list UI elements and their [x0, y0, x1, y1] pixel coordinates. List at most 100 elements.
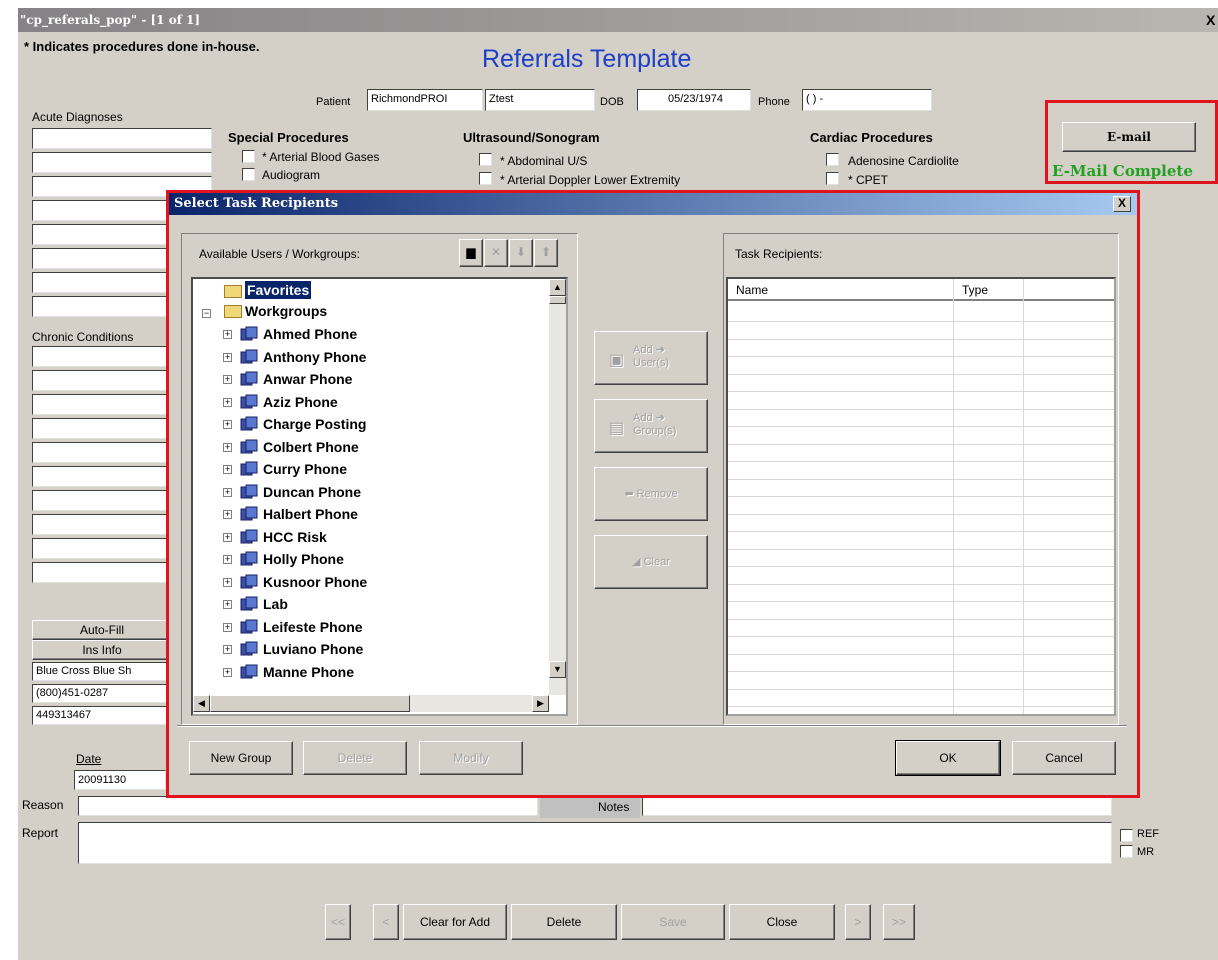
abdominal-us-checkbox[interactable]: [479, 153, 492, 166]
tree-favorites[interactable]: Favorites: [245, 281, 312, 299]
hscroll-thumb[interactable]: [210, 695, 410, 712]
dob-field[interactable]: 05/23/1974: [637, 89, 751, 111]
ins-info-button[interactable]: Ins Info: [32, 640, 172, 660]
acute-diagnosis-field[interactable]: [32, 248, 172, 269]
ref-checkbox[interactable]: [1120, 829, 1133, 842]
tree-workgroup-item[interactable]: Leifeste Phone: [263, 616, 363, 638]
expand-icon[interactable]: +: [223, 330, 232, 339]
next-record-button[interactable]: >: [845, 904, 871, 940]
tree-workgroup-item[interactable]: Kusnoor Phone: [263, 571, 367, 593]
auto-fill-button[interactable]: Auto-Fill: [32, 620, 172, 640]
task-recipients-grid[interactable]: Name Type: [726, 277, 1116, 716]
prev-record-button[interactable]: <: [373, 904, 399, 940]
scroll-right-icon[interactable]: ▶: [532, 695, 549, 712]
move-up-icon[interactable]: ⬆: [534, 239, 558, 267]
tree-workgroup-item[interactable]: Duncan Phone: [263, 481, 361, 503]
scroll-up-icon[interactable]: ▲: [549, 279, 566, 296]
column-type[interactable]: Type: [962, 283, 988, 297]
save-button[interactable]: Save: [621, 904, 725, 940]
expand-icon[interactable]: +: [223, 352, 232, 362]
clear-for-add-button[interactable]: Clear for Add: [403, 904, 507, 940]
scroll-left-icon[interactable]: ◀: [193, 695, 210, 712]
tree-workgroup-item[interactable]: Halbert Phone: [263, 503, 358, 525]
users-workgroups-tree[interactable]: Favorites − Workgroups + Ahmed Phone + Anth…: [191, 277, 568, 716]
expand-icon[interactable]: +: [223, 667, 232, 677]
insurance-phone-field[interactable]: (800)451-0287: [32, 684, 172, 703]
scroll-thumb[interactable]: [549, 296, 566, 304]
expand-icon[interactable]: +: [223, 510, 232, 519]
delete-record-button[interactable]: Delete: [511, 904, 617, 940]
expand-icon[interactable]: +: [223, 600, 232, 609]
tree-workgroup-item[interactable]: Holly Phone: [263, 548, 344, 570]
expand-icon[interactable]: +: [223, 442, 232, 452]
acute-diagnosis-field[interactable]: [32, 200, 172, 221]
acute-diagnosis-field[interactable]: [32, 296, 172, 317]
tree-workgroup-item[interactable]: Lab: [263, 593, 288, 615]
new-folder-icon[interactable]: ▆: [459, 239, 483, 267]
chronic-condition-field[interactable]: [32, 466, 172, 487]
tree-workgroup-item[interactable]: Anwar Phone: [263, 368, 352, 390]
acute-diagnosis-field[interactable]: [32, 272, 172, 293]
add-users-button[interactable]: ▣ Add ➜ User(s): [594, 331, 708, 385]
tree-workgroup-item[interactable]: Anthony Phone: [263, 346, 366, 368]
expand-icon[interactable]: +: [223, 645, 232, 654]
expand-icon[interactable]: +: [223, 375, 232, 384]
first-record-button[interactable]: <<: [325, 904, 351, 940]
tree-workgroup-item[interactable]: Manne Phone: [263, 661, 354, 683]
tree-workgroup-item[interactable]: Colbert Phone: [263, 436, 359, 458]
insurance-id-field[interactable]: 449313467: [32, 706, 172, 725]
chronic-condition-field[interactable]: [32, 418, 172, 439]
patient-last-name-field[interactable]: RichmondPROI: [367, 89, 483, 111]
expand-icon[interactable]: +: [223, 622, 232, 632]
chronic-condition-field[interactable]: [32, 562, 172, 583]
insurance-name-field[interactable]: Blue Cross Blue Sh: [32, 662, 172, 681]
window-close-button[interactable]: X: [1206, 12, 1215, 28]
add-groups-button[interactable]: ▤ Add ➜ Group(s): [594, 399, 708, 453]
report-field[interactable]: [78, 822, 1112, 864]
date-field[interactable]: 20091130: [74, 770, 166, 790]
expand-icon[interactable]: +: [223, 487, 232, 497]
ok-button[interactable]: OK: [895, 740, 1001, 776]
adenosine-cardiolite-checkbox[interactable]: [826, 153, 839, 166]
chronic-condition-field[interactable]: [32, 514, 172, 535]
cpet-checkbox[interactable]: [826, 172, 839, 185]
chronic-condition-field[interactable]: [32, 490, 172, 511]
notes-field[interactable]: [642, 796, 1112, 816]
arterial-doppler-checkbox[interactable]: [479, 172, 492, 185]
audiogram-checkbox[interactable]: [242, 168, 255, 181]
expand-icon[interactable]: +: [223, 577, 232, 587]
modify-group-button[interactable]: Modify: [419, 741, 523, 775]
expand-icon[interactable]: +: [223, 420, 232, 429]
acute-diagnosis-field[interactable]: [32, 224, 172, 245]
patient-first-name-field[interactable]: Ztest: [485, 89, 595, 111]
delete-group-button[interactable]: Delete: [303, 741, 407, 775]
move-down-icon[interactable]: ⬇: [509, 239, 533, 267]
chronic-condition-field[interactable]: [32, 442, 172, 463]
delete-x-icon[interactable]: ✕: [484, 239, 508, 267]
tree-workgroup-item[interactable]: Ahmed Phone: [263, 323, 357, 345]
mr-checkbox[interactable]: [1120, 845, 1133, 858]
dialog-close-button[interactable]: X: [1113, 196, 1131, 212]
expand-icon[interactable]: +: [223, 555, 232, 564]
reason-field[interactable]: [78, 796, 538, 816]
tree-vertical-scrollbar[interactable]: [549, 279, 566, 695]
chronic-condition-field[interactable]: [32, 370, 172, 391]
remove-button[interactable]: ⬅ Remove: [594, 467, 708, 521]
new-group-button[interactable]: New Group: [189, 741, 293, 775]
close-button[interactable]: Close: [729, 904, 835, 940]
chronic-condition-field[interactable]: [32, 538, 172, 559]
tree-workgroup-item[interactable]: Aziz Phone: [263, 391, 338, 413]
tree-workgroup-item[interactable]: Charge Posting: [263, 413, 366, 435]
acute-diagnosis-field[interactable]: [32, 152, 212, 173]
tree-workgroup-item[interactable]: HCC Risk: [263, 526, 327, 548]
phone-field[interactable]: ( ) -: [802, 89, 932, 111]
tree-workgroups[interactable]: Workgroups: [245, 300, 327, 322]
tree-workgroup-item[interactable]: Luviano Phone: [263, 638, 363, 660]
collapse-icon[interactable]: −: [202, 309, 211, 318]
column-name[interactable]: Name: [736, 283, 768, 297]
expand-icon[interactable]: +: [223, 465, 232, 474]
tree-workgroup-item[interactable]: Curry Phone: [263, 458, 347, 480]
chronic-condition-field[interactable]: [32, 394, 172, 415]
last-record-button[interactable]: >>: [883, 904, 915, 940]
cancel-button[interactable]: Cancel: [1012, 741, 1116, 775]
